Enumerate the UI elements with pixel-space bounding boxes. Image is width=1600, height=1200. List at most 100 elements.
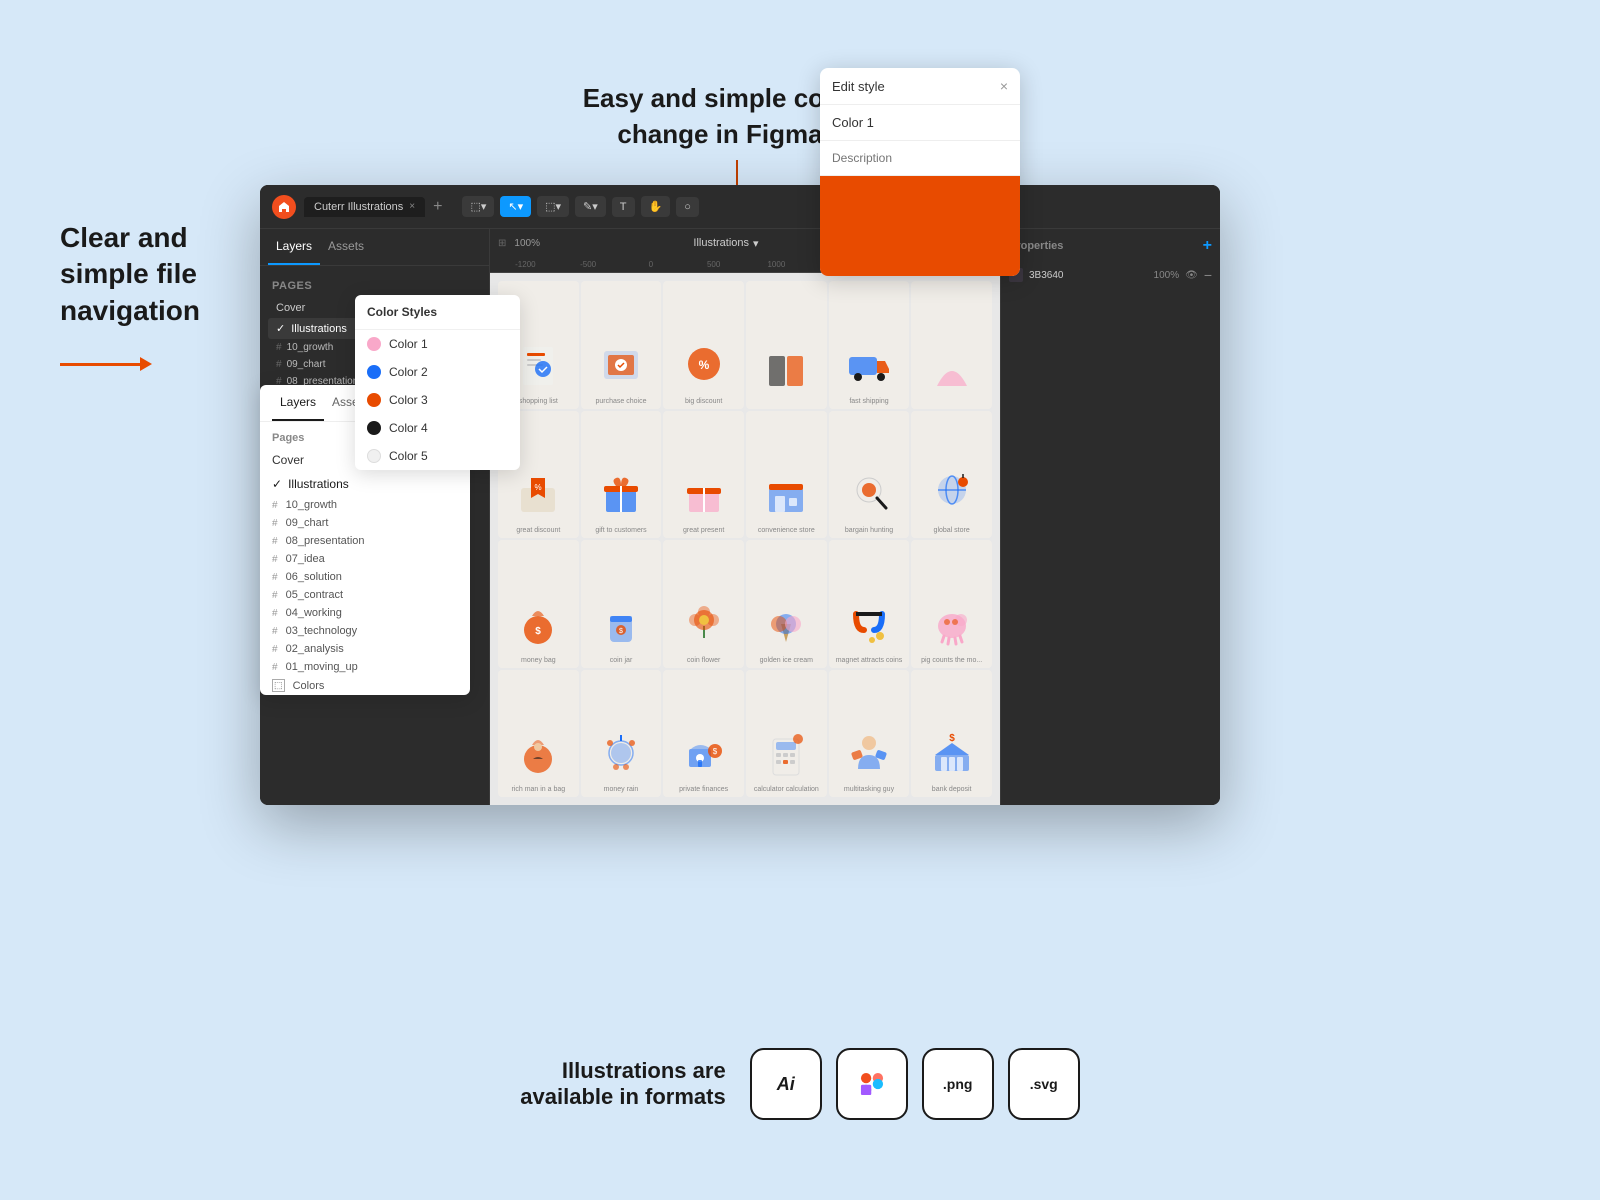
figma-home-icon[interactable] bbox=[272, 195, 296, 219]
panel-add-icon[interactable]: + bbox=[1203, 237, 1212, 255]
eye-icon[interactable]: 👁 bbox=[1185, 270, 1198, 281]
left-arrow bbox=[60, 357, 280, 371]
lap-layer-02-analysis[interactable]: # 02_analysis bbox=[260, 640, 470, 658]
ruler-mark: -1200 bbox=[494, 260, 557, 269]
esp-title: Edit style bbox=[832, 79, 885, 94]
csp-color5-label: Color 5 bbox=[389, 449, 428, 463]
format-badge-figma[interactable] bbox=[836, 1048, 908, 1120]
illus-label: calculator calculation bbox=[754, 786, 819, 793]
tool-frame[interactable]: ⬚▾ bbox=[462, 196, 494, 217]
canvas-tab-illustrations[interactable]: Illustrations ▾ bbox=[693, 237, 758, 250]
color-styles-panel: Color Styles Color 1 Color 2 Color 3 Col… bbox=[355, 295, 520, 470]
bottom-text-line2: available in formats bbox=[520, 1084, 725, 1110]
lap-layer-05-contract[interactable]: # 05_contract bbox=[260, 586, 470, 604]
active-check-icon: ✓ bbox=[272, 477, 282, 491]
illus-label: magnet attracts coins bbox=[836, 657, 903, 664]
lap-layer-08-presentation[interactable]: # 08_presentation bbox=[260, 532, 470, 550]
lap-layer-colors[interactable]: ⬚ Colors bbox=[260, 676, 470, 695]
figma-tab-close-icon[interactable]: × bbox=[409, 201, 415, 212]
format-badge-png[interactable]: .png bbox=[922, 1048, 994, 1120]
csp-header: Color Styles bbox=[355, 295, 520, 330]
illus-label: gift to customers bbox=[595, 527, 646, 534]
illus-label: money bag bbox=[521, 657, 556, 664]
format-badge-ai[interactable]: Ai bbox=[750, 1048, 822, 1120]
illus-money-rain: money rain bbox=[581, 670, 662, 798]
figma-sidebar-tab-layers[interactable]: Layers bbox=[268, 229, 320, 265]
svg-text:$: $ bbox=[536, 626, 542, 637]
illus-label: multitasking guy bbox=[844, 786, 894, 793]
tool-pen[interactable]: ✎▾ bbox=[575, 196, 606, 217]
illus-label: shopping list bbox=[519, 398, 558, 405]
illus-gift-to-customers: gift to customers bbox=[581, 411, 662, 539]
illus-calculator: calculator calculation bbox=[746, 670, 827, 798]
figma-tab[interactable]: Cuterr Illustrations × bbox=[304, 197, 425, 217]
color-opacity-value: 100% bbox=[1154, 270, 1180, 281]
illus-private-finances: $ private finances bbox=[663, 670, 744, 798]
csp-color3-item[interactable]: Color 3 bbox=[355, 386, 520, 414]
illus-pig-counts: pig counts the mo... bbox=[911, 540, 992, 668]
svg-text:$: $ bbox=[619, 628, 623, 635]
illus-multitasking: multitasking guy bbox=[829, 670, 910, 798]
esp-color-preview[interactable] bbox=[820, 176, 1020, 276]
figma-sidebar-tab-assets[interactable]: Assets bbox=[320, 229, 372, 265]
format-badge-svg[interactable]: .svg bbox=[1008, 1048, 1080, 1120]
illus-money-bag: $ money bag bbox=[498, 540, 579, 668]
illus-fast-shipping: fast shipping bbox=[829, 281, 910, 409]
illus-label: private finances bbox=[679, 786, 728, 793]
lap-layer-01-moving-up[interactable]: # 01_moving_up bbox=[260, 658, 470, 676]
left-heading: Clear and simple file navigation bbox=[60, 220, 280, 329]
illus-label: coin flower bbox=[687, 657, 720, 664]
minus-icon[interactable]: − bbox=[1204, 267, 1212, 283]
svg-text:%: % bbox=[698, 358, 709, 372]
figma-add-tab-icon[interactable]: + bbox=[433, 198, 442, 216]
figma-sidebar-tabs: Layers Assets bbox=[260, 229, 489, 266]
illus-convenience-store: convenience store bbox=[746, 411, 827, 539]
csp-color1-dot bbox=[367, 337, 381, 351]
png-label: .png bbox=[943, 1076, 973, 1092]
illus-label: convenience store bbox=[758, 527, 815, 534]
csp-color2-item[interactable]: Color 2 bbox=[355, 358, 520, 386]
illus-label: coin jar bbox=[610, 657, 633, 664]
csp-color5-item[interactable]: Color 5 bbox=[355, 442, 520, 470]
lap-layer-06-solution[interactable]: # 06_solution bbox=[260, 568, 470, 586]
csp-color4-item[interactable]: Color 4 bbox=[355, 414, 520, 442]
figma-icon bbox=[858, 1070, 886, 1098]
arrow-line bbox=[60, 363, 140, 366]
tool-shape[interactable]: ⬚▾ bbox=[537, 196, 569, 217]
lap-tab-layers[interactable]: Layers bbox=[272, 385, 324, 421]
illus-label: money rain bbox=[604, 786, 639, 793]
tool-text[interactable]: T bbox=[612, 197, 635, 217]
bottom-text-line1: Illustrations are bbox=[520, 1058, 725, 1084]
csp-color1-item[interactable]: Color 1 bbox=[355, 330, 520, 358]
illus-label: pig counts the mo... bbox=[921, 657, 982, 664]
esp-close-icon[interactable]: × bbox=[1000, 78, 1008, 94]
lap-page-illustrations[interactable]: ✓ Illustrations bbox=[260, 472, 470, 496]
lap-layer-04-working[interactable]: # 04_working bbox=[260, 604, 470, 622]
illus-label: rich man in a bag bbox=[511, 786, 565, 793]
ai-label: Ai bbox=[777, 1074, 795, 1095]
lap-layer-10-growth[interactable]: # 10_growth bbox=[260, 496, 470, 514]
lap-layer-07-idea[interactable]: # 07_idea bbox=[260, 550, 470, 568]
illus-golden-ice-cream: golden ice cream bbox=[746, 540, 827, 668]
figma-tools: ⬚▾ ↖▾ ⬚▾ ✎▾ T ✋ ○ bbox=[462, 196, 698, 217]
ruler-mark: -500 bbox=[557, 260, 620, 269]
figma-tab-name: Cuterr Illustrations bbox=[314, 201, 403, 213]
lap-layer-03-technology[interactable]: # 03_technology bbox=[260, 622, 470, 640]
ruler-mark: 1000 bbox=[745, 260, 808, 269]
format-badges: Ai .png .svg bbox=[750, 1048, 1080, 1120]
illus-label: global store bbox=[934, 527, 970, 534]
illus-big-discount: % big discount bbox=[663, 281, 744, 409]
ruler-mark: 0 bbox=[620, 260, 683, 269]
esp-name-input[interactable] bbox=[820, 105, 1020, 141]
tool-hand[interactable]: ✋ bbox=[641, 196, 671, 217]
page-illustrations-label: Illustrations bbox=[291, 323, 347, 335]
csp-color4-label: Color 4 bbox=[389, 421, 428, 435]
tool-comment[interactable]: ○ bbox=[676, 197, 699, 217]
illus-magnet-attracts-coins: magnet attracts coins bbox=[829, 540, 910, 668]
colors-frame-icon: ⬚ bbox=[272, 679, 285, 692]
canvas-ruler-corner: ⊞ bbox=[498, 238, 506, 249]
illus-purchase-choice: purchase choice bbox=[581, 281, 662, 409]
tool-select[interactable]: ↖▾ bbox=[500, 196, 531, 217]
lap-layer-09-chart[interactable]: # 09_chart bbox=[260, 514, 470, 532]
esp-description-input[interactable] bbox=[820, 141, 1020, 176]
